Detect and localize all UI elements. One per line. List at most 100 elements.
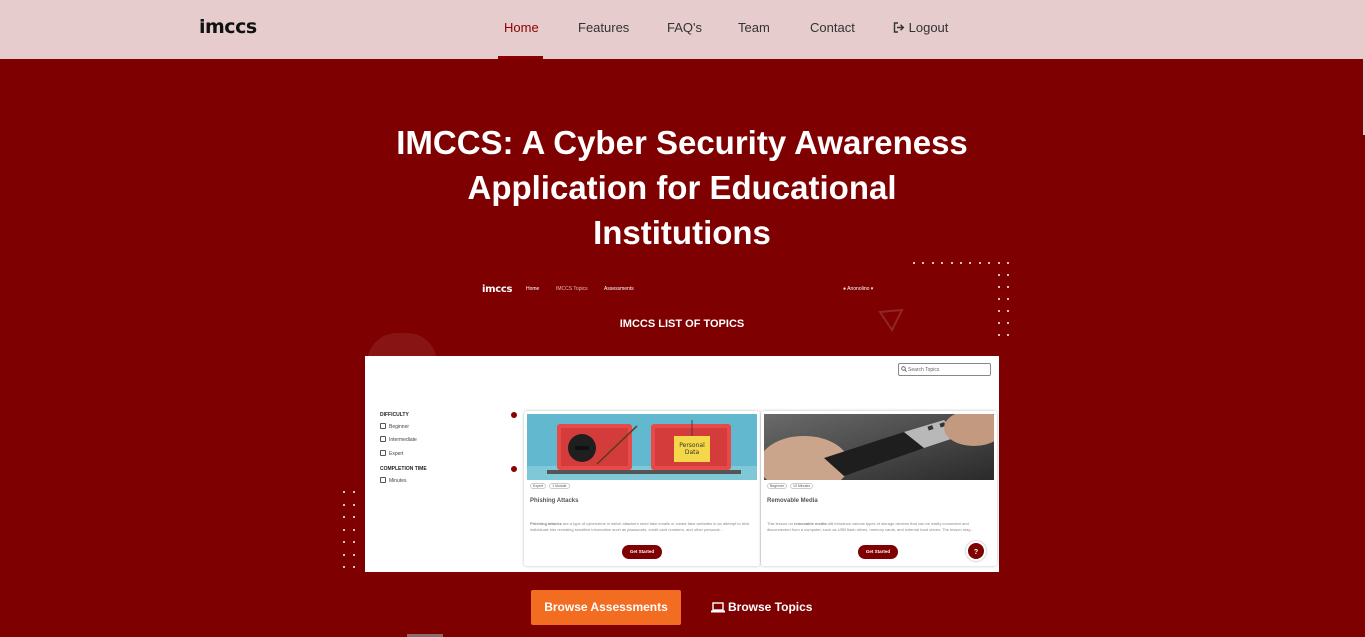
filter-option-label: Minutes: [389, 478, 407, 484]
nav-logout[interactable]: Logout: [893, 20, 948, 35]
search-placeholder: Search Topics: [908, 367, 940, 373]
card-title: Removable Media: [767, 498, 818, 504]
decorative-dot: [978, 262, 981, 264]
preview-user-menu: ● Anonolino ▾: [843, 286, 873, 292]
decorative-dot: [997, 274, 1000, 276]
filter-option: Beginner: [380, 423, 409, 430]
decorative-dot: [353, 566, 355, 568]
svg-text:Personal: Personal: [679, 442, 705, 449]
decorative-dot: [353, 541, 355, 543]
decorative-dot: [997, 262, 1000, 264]
filter-option: Expert: [380, 450, 403, 457]
decorative-dot: [969, 262, 972, 264]
decorative-dot: [913, 262, 915, 264]
decorative-dot: [343, 541, 345, 543]
decorative-triangle-icon: [878, 308, 904, 332]
preview-nav-assessments: Assessments: [604, 286, 634, 292]
get-started-button: Get Started: [622, 545, 662, 559]
decorative-dot: [1007, 322, 1009, 324]
decorative-dot: [997, 334, 1000, 336]
timeline-dot: [511, 412, 517, 418]
get-started-button: Get Started: [858, 545, 898, 559]
decorative-dot: [997, 298, 1000, 300]
decorative-dot: [988, 262, 991, 264]
decorative-dots-left: [343, 491, 357, 571]
decorative-dot: [1007, 298, 1009, 300]
top-navbar: imccs Home Features FAQ's Team Contact L…: [0, 0, 1365, 59]
card-description: This lesson on removable media will intr…: [767, 521, 991, 533]
preview-heading: IMCCS LIST OF TOPICS: [619, 318, 745, 330]
site-logo[interactable]: imccs: [199, 16, 257, 38]
nav-contact[interactable]: Contact: [810, 20, 855, 35]
timeline-dot: [511, 466, 517, 472]
nav-team[interactable]: Team: [738, 20, 770, 35]
topic-card-phishing: Personal Data Expert 1 Module Phishing A…: [524, 411, 760, 566]
decorative-dots-right: [913, 262, 1013, 342]
card-description-bold: removable media: [793, 521, 827, 526]
card-description-body: are a type of cybercrime in which attack…: [530, 521, 750, 532]
hero-title: IMCCS: A Cyber Security Awareness Applic…: [396, 124, 968, 251]
checkbox: [380, 477, 386, 483]
decorative-dot: [343, 516, 345, 518]
sign-out-icon: [893, 22, 905, 33]
nav-features[interactable]: Features: [578, 20, 629, 35]
filter-option-label: Intermediate: [389, 437, 417, 443]
card-description: Phishing attacks are a type of cybercrim…: [530, 521, 754, 533]
search-icon: [901, 366, 907, 372]
nav-faqs[interactable]: FAQ's: [667, 20, 702, 35]
preview-search-field: Search Topics: [898, 363, 991, 376]
caret-down-icon: ▾: [870, 286, 874, 292]
decorative-dot: [353, 503, 355, 506]
decorative-dot: [997, 322, 1000, 324]
checkbox: [380, 436, 386, 442]
card-badges: Beginner 10 Minutes: [767, 483, 815, 489]
browse-topics-label: Browse Topics: [728, 600, 813, 614]
filter-time-label: COMPLETION TIME: [380, 466, 427, 472]
difficulty-badge: Beginner: [767, 483, 788, 489]
decorative-dot: [343, 491, 345, 493]
laptop-icon: [711, 602, 725, 613]
decorative-dot: [343, 553, 345, 556]
decorative-dot: [922, 262, 925, 264]
preview-username: Anonolino: [847, 286, 870, 292]
decorative-dot: [950, 262, 953, 264]
decorative-dot: [343, 528, 345, 531]
card-description-bold: Phishing attacks: [530, 521, 562, 526]
card-badges: Expert 1 Module: [530, 483, 572, 489]
preview-topics-panel: Search Topics DIFFICULTY Beginner Interm…: [365, 356, 999, 572]
decorative-dot: [1007, 274, 1009, 276]
phishing-illustration: Personal Data: [527, 414, 757, 480]
decorative-dot: [931, 262, 934, 264]
usb-drive-photo: [764, 414, 994, 480]
help-button: ?: [966, 541, 986, 561]
card-title: Phishing Attacks: [530, 498, 579, 504]
nav-home[interactable]: Home: [504, 20, 539, 35]
browse-topics-button[interactable]: Browse Topics: [711, 600, 812, 614]
preview-logo: imccs: [482, 284, 513, 295]
preview-nav-topics: IMCCS Topics: [556, 286, 588, 292]
decorative-dot: [353, 528, 355, 531]
decorative-dot: [997, 310, 1000, 312]
duration-badge: 10 Minutes: [790, 483, 814, 489]
decorative-dot: [1007, 334, 1009, 336]
browse-assessments-button[interactable]: Browse Assessments: [531, 590, 681, 625]
user-icon: ●: [843, 286, 847, 292]
decorative-dot: [997, 286, 1000, 288]
checkbox: [380, 450, 386, 456]
filter-option-label: Expert: [389, 451, 404, 457]
decorative-dot: [353, 553, 355, 556]
decorative-dot: [353, 491, 355, 493]
filter-difficulty-label: DIFFICULTY: [380, 412, 409, 418]
card-description-intro: This lesson on: [767, 521, 794, 526]
filter-option: Intermediate: [380, 436, 417, 443]
nav-logout-label: Logout: [908, 20, 949, 35]
module-badge: 1 Module: [549, 483, 570, 489]
decorative-dot: [343, 503, 345, 506]
difficulty-badge: Expert: [530, 483, 547, 489]
checkbox: [380, 423, 386, 429]
decorative-dot: [1007, 310, 1009, 312]
decorative-dot: [353, 516, 355, 518]
decorative-dot: [343, 566, 345, 568]
topic-card-removable-media: Beginner 10 Minutes Removable Media This…: [761, 411, 997, 566]
decorative-dot: [1007, 286, 1009, 288]
